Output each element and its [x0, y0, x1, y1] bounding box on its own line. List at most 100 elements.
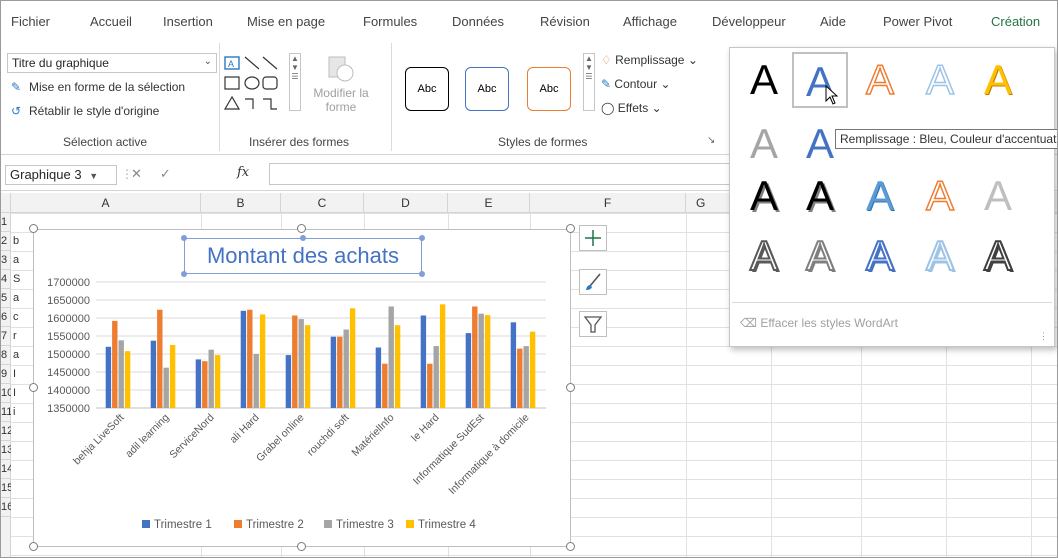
column-header-a[interactable]: A [11, 193, 201, 213]
tab-mise-en-page[interactable]: Mise en page [247, 14, 325, 29]
row-header-4[interactable]: 4 [1, 270, 11, 289]
wordart-style-black-blue-shadow[interactable]: A [792, 168, 848, 224]
wordart-style-dark-pattern[interactable]: A [970, 228, 1026, 284]
tab-donnees[interactable]: Données [452, 14, 504, 29]
wordart-style-black-shadow[interactable]: A [736, 168, 792, 224]
chart-styles-button[interactable] [579, 269, 607, 295]
wordart-style-blue-gradient[interactable]: A [852, 168, 908, 224]
column-header-e[interactable]: E [448, 193, 530, 213]
resize-grip-icon[interactable]: ⋮ [1039, 331, 1048, 342]
cell-fragment[interactable]: c [13, 311, 19, 323]
column-header-f[interactable]: F [530, 193, 686, 213]
shape-style-blue[interactable]: Abc [465, 67, 509, 111]
format-selection-button[interactable]: ✎ Mise en forme de la sélection [11, 80, 185, 94]
wordart-style-orange-outline[interactable]: A [852, 52, 908, 108]
tab-formules[interactable]: Formules [363, 14, 417, 29]
shape-style-orange[interactable]: Abc [527, 67, 571, 111]
cell-fragment[interactable]: I [13, 387, 16, 399]
chart-elements-button[interactable] [579, 225, 607, 251]
resize-handle[interactable] [566, 542, 575, 551]
cell-fragment[interactable]: a [13, 254, 19, 266]
row-header-12[interactable]: 12 [1, 422, 11, 441]
title-handle[interactable] [181, 271, 187, 277]
chart-element-combo[interactable]: Titre du graphique ⌄ [7, 53, 217, 73]
cell-fragment[interactable]: r [13, 330, 17, 342]
tab-aide[interactable]: Aide [820, 14, 846, 29]
tab-insertion[interactable]: Insertion [163, 14, 213, 29]
tab-fichier[interactable]: Fichier [11, 14, 50, 29]
row-header-8[interactable]: 8 [1, 346, 11, 365]
dialog-launcher-icon[interactable]: ↘ [707, 135, 715, 146]
group-divider [391, 43, 392, 151]
chart-title[interactable]: Montant des achats [184, 238, 422, 274]
wordart-style-orange-outline-2[interactable]: A [912, 168, 968, 224]
title-handle[interactable] [419, 235, 425, 241]
resize-handle[interactable] [29, 383, 38, 392]
name-box[interactable]: Graphique 3 ▼ [5, 165, 117, 185]
row-header-11[interactable]: 11 [1, 403, 11, 422]
resize-handle[interactable] [297, 542, 306, 551]
wordart-style-black-plain[interactable]: A [736, 52, 792, 108]
cell-fragment[interactable]: a [13, 349, 19, 361]
resize-handle[interactable] [297, 224, 306, 233]
y-tick-label: 1350000 [47, 403, 90, 415]
wordart-style-blue-outline-light[interactable]: A [912, 52, 968, 108]
chart[interactable]: 1700000 1650000 1600000 1550000 1500000 14500… [33, 229, 571, 547]
fill-button[interactable]: ♢ Remplissage ⌄ [601, 53, 698, 67]
wordart-style-gray-pattern-2[interactable]: A [792, 228, 848, 284]
chart-filters-button[interactable] [579, 311, 607, 337]
column-header-d[interactable]: D [364, 193, 448, 213]
cell-fragment[interactable]: I [13, 368, 16, 380]
row-header-15[interactable]: 15 [1, 479, 11, 498]
tab-power-pivot[interactable]: Power Pivot [883, 14, 952, 29]
bar [124, 351, 131, 408]
wordart-style-gray-pattern[interactable]: A [736, 228, 792, 284]
wordart-style-blue-fill-selected[interactable]: A [792, 52, 848, 108]
column-header-c[interactable]: C [281, 193, 364, 213]
tab-revision[interactable]: Révision [540, 14, 590, 29]
cell-fragment[interactable]: i [13, 406, 15, 418]
legend-entry: Trimestre 1 [154, 519, 212, 531]
resize-handle[interactable] [566, 224, 575, 233]
column-header-b[interactable]: B [201, 193, 281, 213]
resize-handle[interactable] [29, 224, 38, 233]
row-header-6[interactable]: 6 [1, 308, 11, 327]
bar [112, 320, 118, 408]
wordart-style-gray-plain[interactable]: A [736, 116, 792, 172]
shape-style-black[interactable]: Abc [405, 67, 449, 111]
row-header-1[interactable]: 1 [1, 213, 11, 232]
title-handle[interactable] [181, 235, 187, 241]
title-handle[interactable] [300, 235, 306, 241]
effects-button[interactable]: ◯ Effets ⌄ [601, 101, 662, 115]
wordart-style-gray-light[interactable]: A [970, 168, 1026, 224]
resize-handle[interactable] [29, 542, 38, 551]
row-header-2[interactable]: 2 [1, 232, 11, 251]
shapes-gallery[interactable]: A [223, 53, 283, 115]
row-header-14[interactable]: 14 [1, 460, 11, 479]
tab-creation[interactable]: Création [991, 14, 1040, 29]
row-header-13[interactable]: 13 [1, 441, 11, 460]
shapes-scroll[interactable]: ▲ ▼ ☰ [289, 53, 301, 111]
shape-styles-scroll[interactable]: ▲ ▼ ☰ [583, 53, 595, 111]
tab-accueil[interactable]: Accueil [90, 14, 132, 29]
select-all-corner[interactable] [1, 193, 11, 213]
cell-fragment[interactable]: S [13, 273, 20, 285]
reset-style-button[interactable]: ↺ Rétablir le style d'origine [11, 104, 159, 118]
row-header-7[interactable]: 7 [1, 327, 11, 346]
resize-handle[interactable] [566, 383, 575, 392]
cell-fragment[interactable]: b [13, 235, 19, 247]
row-header-3[interactable]: 3 [1, 251, 11, 270]
wordart-style-blue-pattern[interactable]: A [852, 228, 908, 284]
fx-icon[interactable]: fx [237, 165, 249, 180]
wordart-style-gold-fill[interactable]: A [970, 52, 1026, 108]
wordart-style-blue-pattern-light[interactable]: A [912, 228, 968, 284]
tab-developpeur[interactable]: Développeur [712, 14, 786, 29]
row-header-16[interactable]: 16 [1, 498, 11, 517]
outline-button[interactable]: ✎ Contour ⌄ [601, 77, 671, 91]
cell-fragment[interactable]: a [13, 292, 19, 304]
tab-affichage[interactable]: Affichage [623, 14, 677, 29]
row-header-5[interactable]: 5 [1, 289, 11, 308]
title-handle[interactable] [419, 271, 425, 277]
row-header-9[interactable]: 9 [1, 365, 11, 384]
row-header-10[interactable]: 10 [1, 384, 11, 403]
